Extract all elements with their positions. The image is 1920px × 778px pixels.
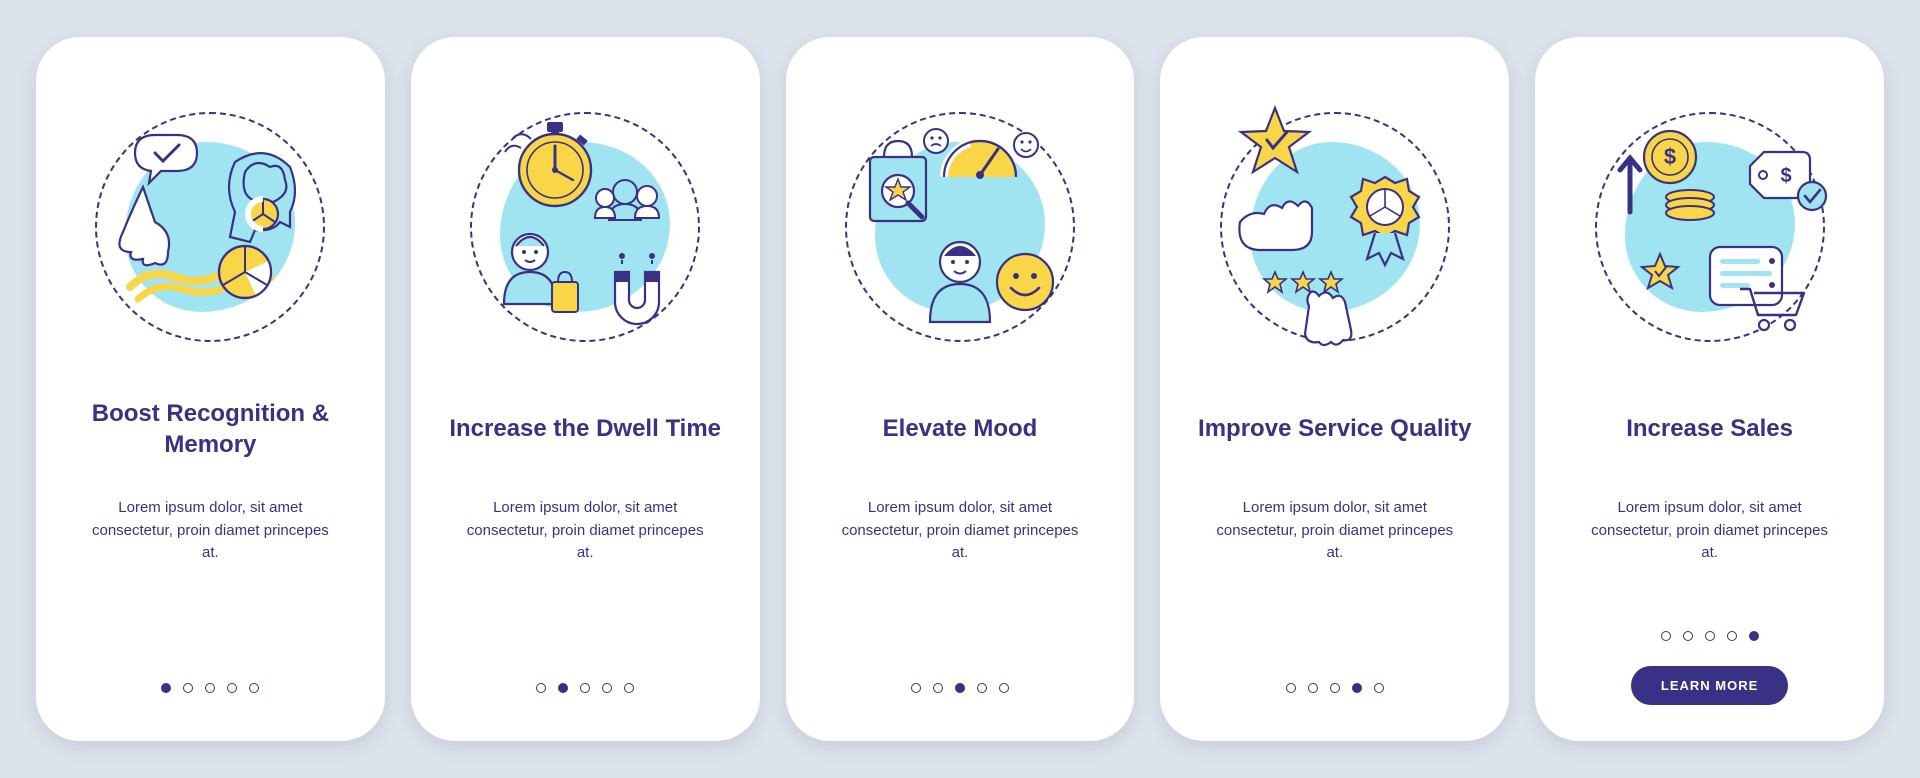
dot-2[interactable] xyxy=(558,683,568,693)
quality-icon-group xyxy=(1200,97,1470,357)
dot-1[interactable] xyxy=(1286,683,1296,693)
illustration-sales: $ $ xyxy=(1575,97,1845,357)
svg-text:$: $ xyxy=(1780,165,1791,187)
card-title: Improve Service Quality xyxy=(1198,397,1471,461)
illustration-dwell xyxy=(450,97,720,357)
dot-5[interactable] xyxy=(624,683,634,693)
dot-2[interactable] xyxy=(933,683,943,693)
onboarding-card-4: Improve Service Quality Lorem ipsum dolo… xyxy=(1160,37,1509,741)
card-body: Lorem ipsum dolor, sit amet consectetur,… xyxy=(1210,497,1460,565)
dot-3[interactable] xyxy=(1330,683,1340,693)
dot-5[interactable] xyxy=(999,683,1009,693)
dot-5[interactable] xyxy=(1749,631,1759,641)
card-title: Increase Sales xyxy=(1626,397,1793,461)
card-body: Lorem ipsum dolor, sit amet consectetur,… xyxy=(85,497,335,565)
onboarding-card-1: Boost Recognition & Memory Lorem ipsum d… xyxy=(36,37,385,741)
onboarding-card-3: Elevate Mood Lorem ipsum dolor, sit amet… xyxy=(786,37,1135,741)
card-title: Elevate Mood xyxy=(883,397,1038,461)
pagination-dots xyxy=(911,683,1009,693)
dot-5[interactable] xyxy=(249,683,259,693)
dot-1[interactable] xyxy=(1661,631,1671,641)
onboarding-card-2: Increase the Dwell Time Lorem ipsum dolo… xyxy=(411,37,760,741)
dot-4[interactable] xyxy=(1352,683,1362,693)
memory-icon-group xyxy=(75,97,345,357)
dot-4[interactable] xyxy=(227,683,237,693)
dot-4[interactable] xyxy=(602,683,612,693)
dot-2[interactable] xyxy=(1683,631,1693,641)
onboarding-card-5: $ $ xyxy=(1535,37,1884,741)
pagination-dots xyxy=(1661,631,1759,641)
dot-1[interactable] xyxy=(911,683,921,693)
dot-5[interactable] xyxy=(1374,683,1384,693)
card-title: Boost Recognition & Memory xyxy=(66,397,355,461)
dot-3[interactable] xyxy=(580,683,590,693)
card-body: Lorem ipsum dolor, sit amet consectetur,… xyxy=(1585,497,1835,565)
dot-4[interactable] xyxy=(977,683,987,693)
pagination-dots xyxy=(536,683,634,693)
learn-more-button[interactable]: LEARN MORE xyxy=(1631,666,1788,705)
illustration-memory xyxy=(75,97,345,357)
card-title: Increase the Dwell Time xyxy=(449,397,721,461)
pagination-dots xyxy=(1286,683,1384,693)
dot-3[interactable] xyxy=(205,683,215,693)
illustration-quality xyxy=(1200,97,1470,357)
dot-2[interactable] xyxy=(183,683,193,693)
dot-1[interactable] xyxy=(536,683,546,693)
svg-text:$: $ xyxy=(1663,144,1675,169)
dot-2[interactable] xyxy=(1308,683,1318,693)
mood-icon-group xyxy=(825,97,1095,357)
dot-4[interactable] xyxy=(1727,631,1737,641)
dwell-icon-group xyxy=(450,97,720,357)
pagination-dots xyxy=(161,683,259,693)
illustration-mood xyxy=(825,97,1095,357)
card-body: Lorem ipsum dolor, sit amet consectetur,… xyxy=(460,497,710,565)
dot-1[interactable] xyxy=(161,683,171,693)
card-body: Lorem ipsum dolor, sit amet consectetur,… xyxy=(835,497,1085,565)
dot-3[interactable] xyxy=(1705,631,1715,641)
sales-icon-group: $ $ xyxy=(1575,97,1845,357)
dot-3[interactable] xyxy=(955,683,965,693)
